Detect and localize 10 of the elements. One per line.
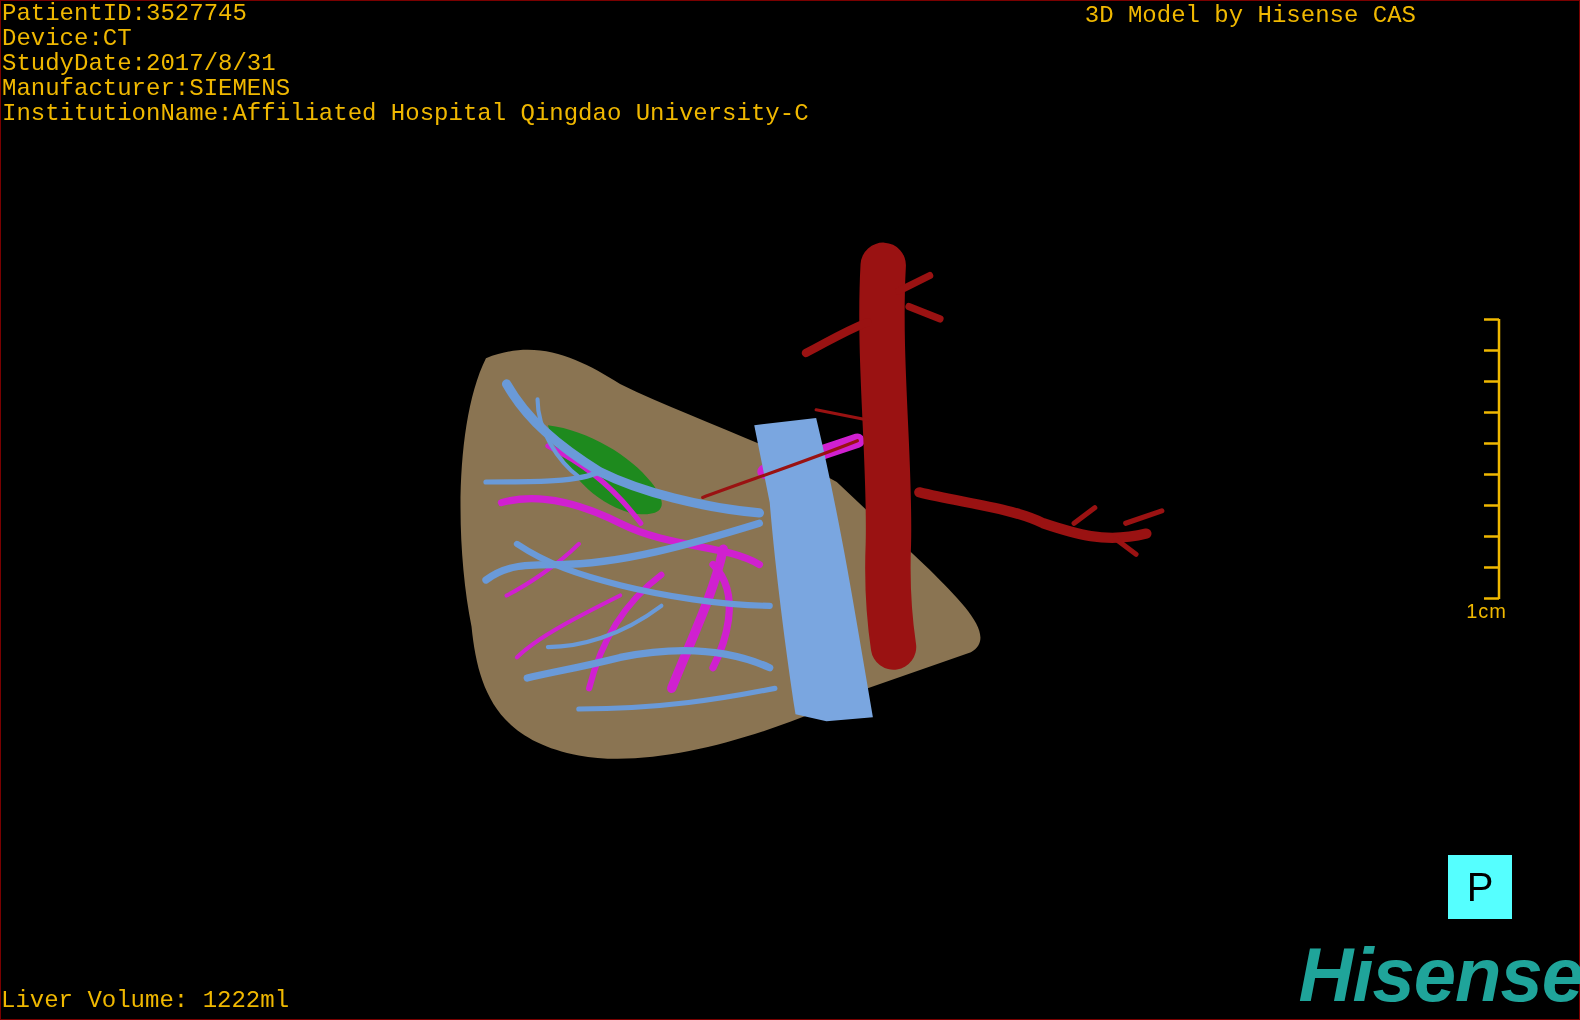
orientation-marker[interactable]: P bbox=[1448, 855, 1512, 919]
study-info-line: Manufacturer:SIEMENS bbox=[2, 76, 291, 101]
liver-volume: Liver Volume: 1222ml bbox=[1, 988, 290, 1013]
scale-label: 1cm bbox=[1466, 600, 1507, 623]
study-info-line: StudyDate:2017/8/31 bbox=[2, 51, 276, 76]
study-info-line: PatientID:3527745 bbox=[2, 1, 247, 26]
viewer-title: 3D Model by Hisense CAS bbox=[1084, 3, 1416, 28]
study-info-line: Device:CT bbox=[2, 26, 132, 51]
study-info-line: InstitutionName:Affiliated Hospital Qingdao University-C bbox=[2, 101, 809, 126]
scale-ruler-icon bbox=[1483, 318, 1501, 600]
